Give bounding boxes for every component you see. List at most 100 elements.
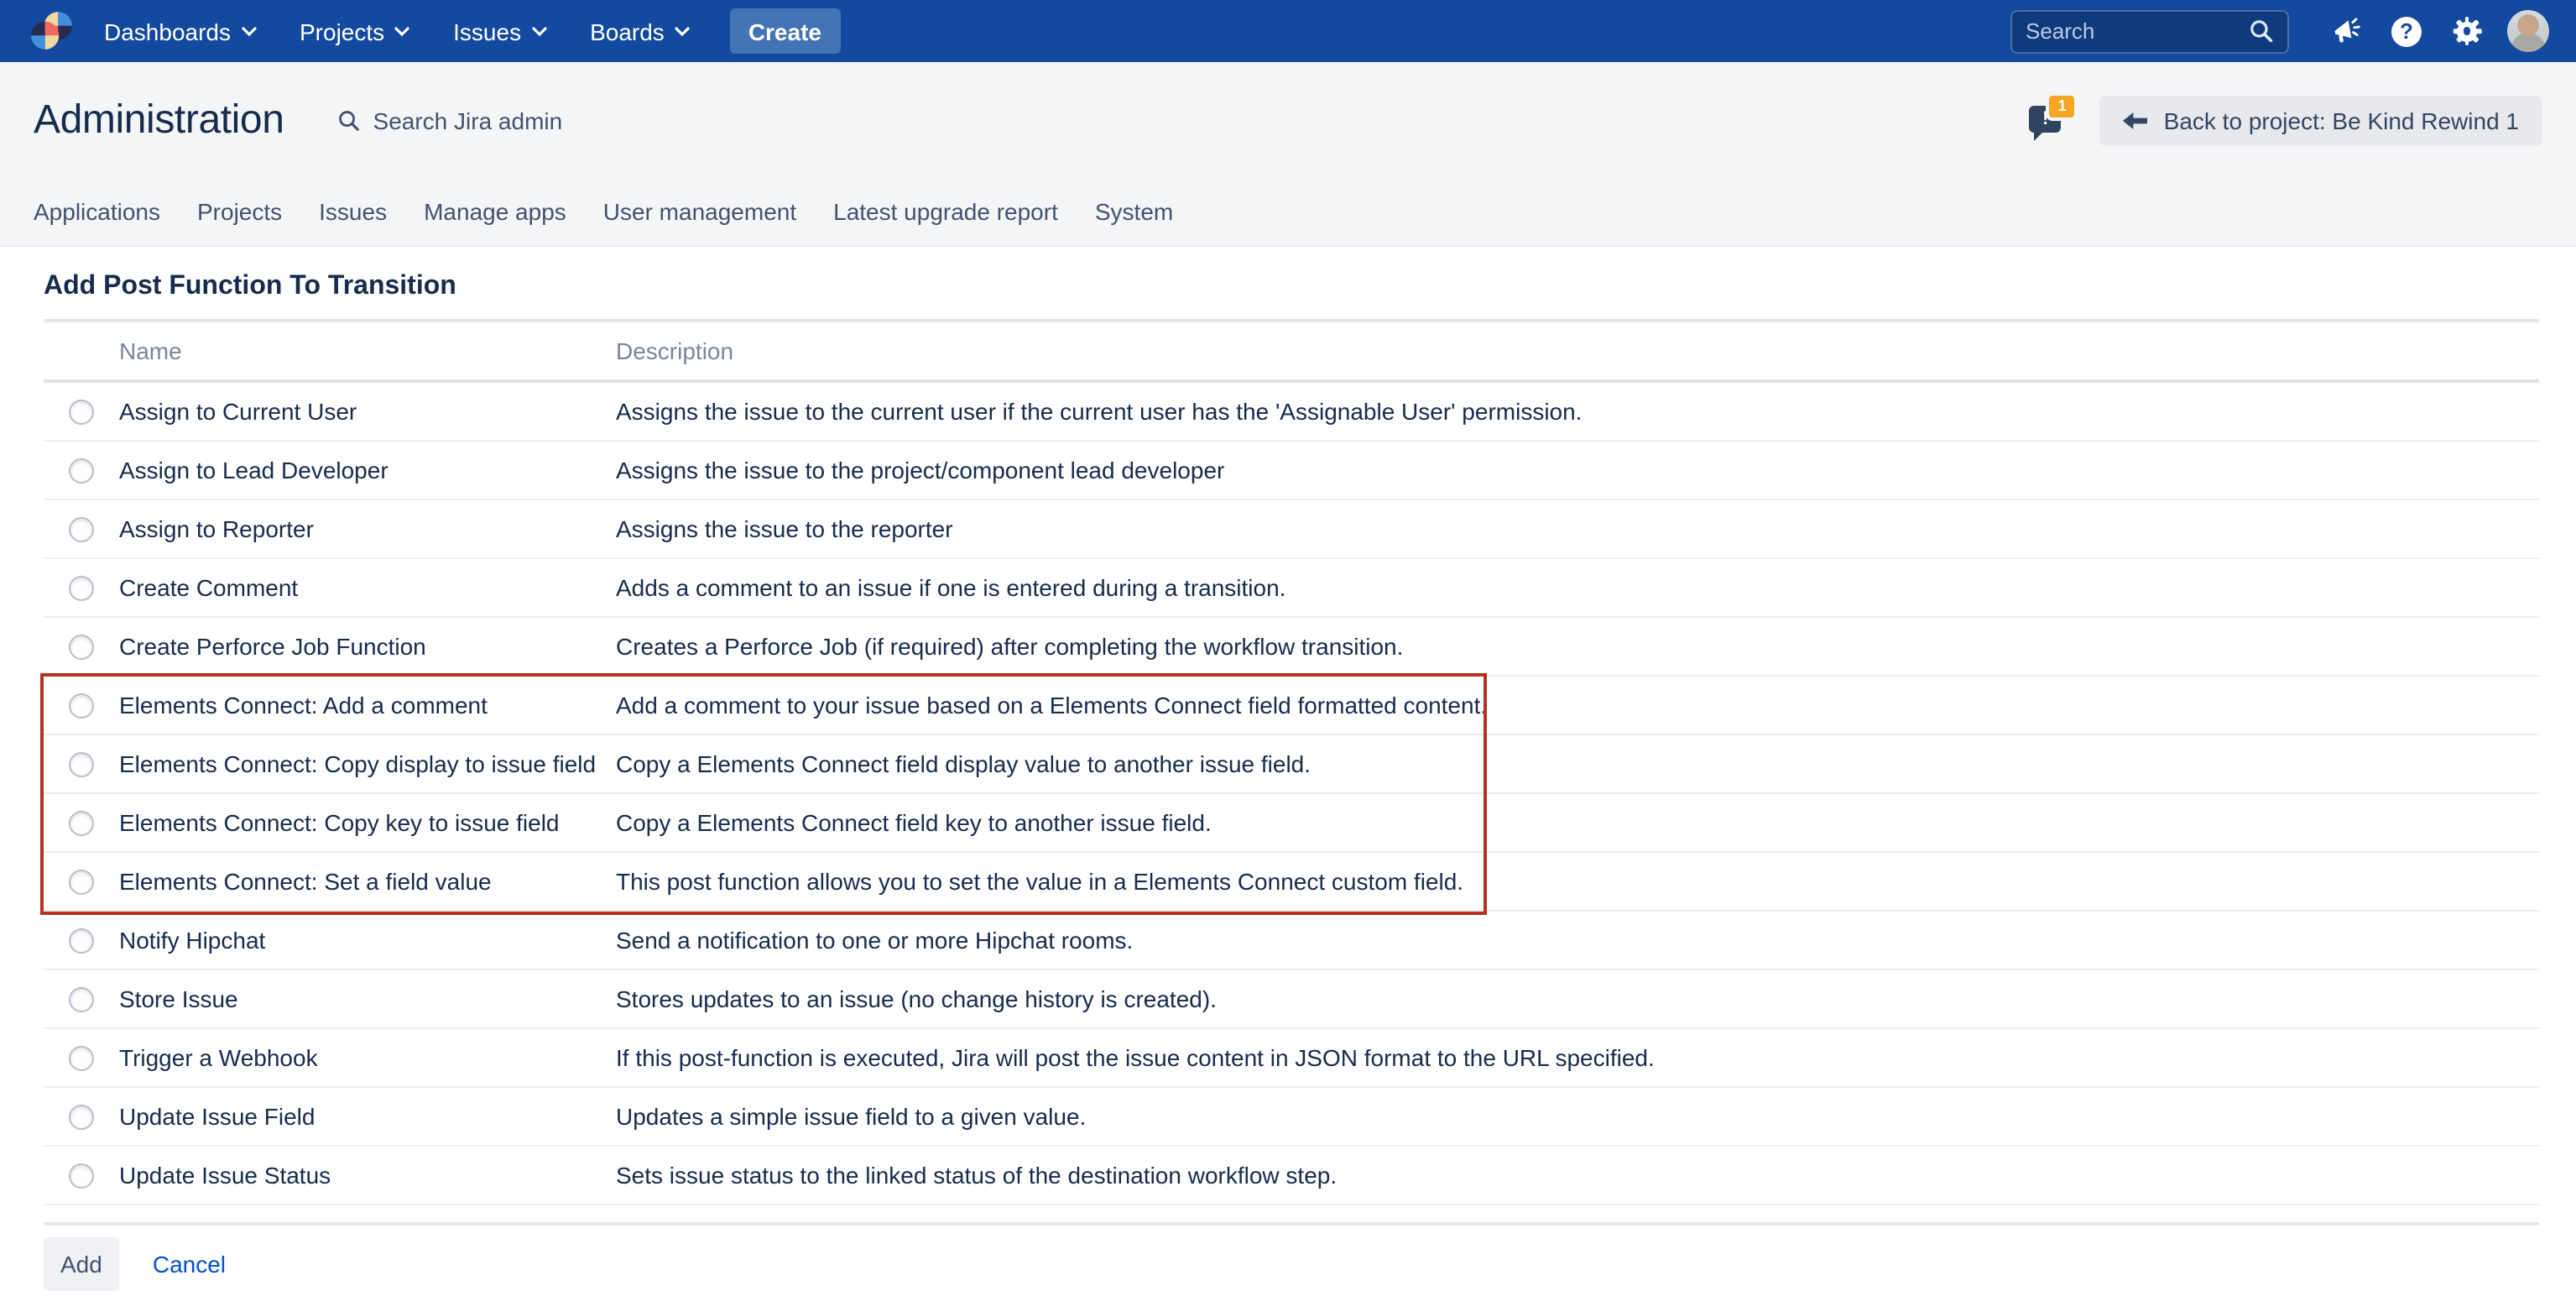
post-function-description: Stores updates to an issue (no change hi… [616,985,2539,1012]
table-row[interactable]: Assign to Current User Assigns the issue… [44,383,2539,442]
table-row[interactable]: Assign to Reporter Assigns the issue to … [44,500,2539,559]
post-function-name: Store Issue [119,985,616,1012]
name-column-header: Name [119,337,616,364]
post-function-name: Assign to Current User [119,398,616,425]
nav-menu-item[interactable]: Projects [300,18,409,44]
admin-search[interactable] [338,107,642,134]
post-function-radio[interactable] [69,869,94,894]
table-row[interactable]: Notify Hipchat Send a notification to on… [44,912,2539,970]
notification-badge: 1 [2047,92,2078,121]
admin-tab[interactable]: Issues [319,195,387,228]
post-function-name: Update Issue Field [119,1103,616,1130]
post-function-name: Update Issue Status [119,1162,616,1189]
settings-button[interactable] [2437,0,2497,62]
post-function-radio[interactable] [69,516,94,541]
post-function-radio[interactable] [69,986,94,1011]
post-function-description: Assigns the issue to the reporter [616,515,2539,542]
section-title: Add Post Function To Transition [44,270,2539,304]
post-function-radio[interactable] [69,1104,94,1129]
post-function-name: Create Perforce Job Function [119,633,616,660]
nav-menu-label: Issues [453,18,521,44]
nav-menu-item[interactable]: Issues [453,18,546,44]
table-row[interactable]: Update Issue Status Sets issue status to… [44,1147,2539,1205]
chevron-down-icon [394,26,409,36]
global-search[interactable] [2010,9,2289,53]
post-function-name: Elements Connect: Set a field value [119,868,616,895]
table-row[interactable]: Update Issue Field Updates a simple issu… [44,1088,2539,1147]
back-arrow-icon [2124,112,2149,130]
post-function-name: Elements Connect: Copy display to issue … [119,750,616,777]
table-row[interactable]: Create Comment Adds a comment to an issu… [44,559,2539,618]
post-function-description: Creates a Perforce Job (if required) aft… [616,633,2539,660]
chevron-down-icon [531,26,546,36]
table-row[interactable]: Elements Connect: Copy display to issue … [44,735,2539,794]
post-function-table-body: Assign to Current User Assigns the issue… [44,383,2539,1205]
admin-tab[interactable]: Applications [34,195,160,228]
feedback-button[interactable]: ! 1 [2030,101,2073,141]
help-icon: ? [2391,16,2422,46]
post-function-description: Copy a Elements Connect field key to ano… [616,809,2539,836]
primary-nav: Dashboards Projects Issues Boards [104,18,690,44]
help-button[interactable]: ? [2376,0,2437,62]
top-navigation-bar: Dashboards Projects Issues Boards Create [0,0,2576,62]
post-function-description: If this post-function is executed, Jira … [616,1044,2539,1071]
post-function-radio[interactable] [69,575,94,600]
table-row[interactable]: Assign to Lead Developer Assigns the iss… [44,442,2539,500]
admin-tab[interactable]: Latest upgrade report [833,195,1058,228]
table-row[interactable]: Elements Connect: Copy key to issue fiel… [44,794,2539,853]
post-function-radio[interactable] [69,634,94,659]
page-title: Administration [34,97,284,144]
admin-search-input[interactable] [373,107,642,134]
post-function-radio[interactable] [69,810,94,835]
user-avatar[interactable] [2507,10,2549,52]
post-function-description: Copy a Elements Connect field display va… [616,750,2539,777]
chevron-down-icon [675,26,690,36]
admin-header: Administration ! 1 Back to project: Be K… [0,62,2576,247]
post-function-radio[interactable] [69,928,94,953]
admin-tabs: Applications Projects Issues Manage apps… [34,180,2542,228]
divider [44,1222,2539,1225]
post-function-name: Elements Connect: Add a comment [119,692,616,719]
post-function-radio[interactable] [69,692,94,718]
table-row[interactable]: Trigger a Webhook If this post-function … [44,1029,2539,1088]
post-function-name: Assign to Lead Developer [119,457,616,483]
admin-tab[interactable]: Manage apps [424,195,566,228]
post-function-description: Assigns the issue to the current user if… [616,398,2539,425]
table-row[interactable]: Elements Connect: Add a comment Add a co… [44,677,2539,735]
post-function-radio[interactable] [69,1163,94,1188]
megaphone-icon [2330,15,2362,47]
post-function-description: Send a notification to one or more Hipch… [616,927,2539,954]
jira-logo-icon[interactable] [30,10,74,52]
back-to-project-button[interactable]: Back to project: Be Kind Rewind 1 [2100,96,2542,146]
gear-icon [2452,16,2482,46]
add-button[interactable]: Add [44,1237,119,1291]
post-function-description: Assigns the issue to the project/compone… [616,457,2539,483]
nav-menu-label: Boards [590,18,665,44]
admin-tab[interactable]: User management [603,195,796,228]
nav-menu-item[interactable]: Dashboards [104,18,256,44]
admin-tab[interactable]: System [1095,195,1173,228]
post-function-name: Create Comment [119,574,616,601]
admin-tab[interactable]: Projects [197,195,282,228]
post-function-radio[interactable] [69,399,94,424]
post-function-name: Trigger a Webhook [119,1044,616,1071]
post-function-radio[interactable] [69,1045,94,1070]
table-row[interactable]: Create Perforce Job Function Creates a P… [44,618,2539,677]
create-button[interactable]: Create [730,8,840,54]
post-function-radio[interactable] [69,457,94,483]
nav-menu-label: Dashboards [104,18,231,44]
table-row[interactable]: Elements Connect: Set a field value This… [44,853,2539,912]
table-row[interactable]: Store Issue Stores updates to an issue (… [44,970,2539,1029]
chevron-down-icon [241,26,256,36]
table-header: Name Description [44,322,2539,383]
global-search-input[interactable] [2026,18,2249,44]
post-function-description: Updates a simple issue field to a given … [616,1103,2539,1130]
search-icon [2249,18,2274,44]
cancel-link[interactable]: Cancel [153,1251,226,1278]
announcements-button[interactable] [2316,0,2376,62]
post-function-description: Add a comment to your issue based on a E… [616,692,2539,719]
post-function-radio[interactable] [69,751,94,776]
nav-menu-label: Projects [300,18,384,44]
search-icon [338,109,362,133]
nav-menu-item[interactable]: Boards [590,18,690,44]
